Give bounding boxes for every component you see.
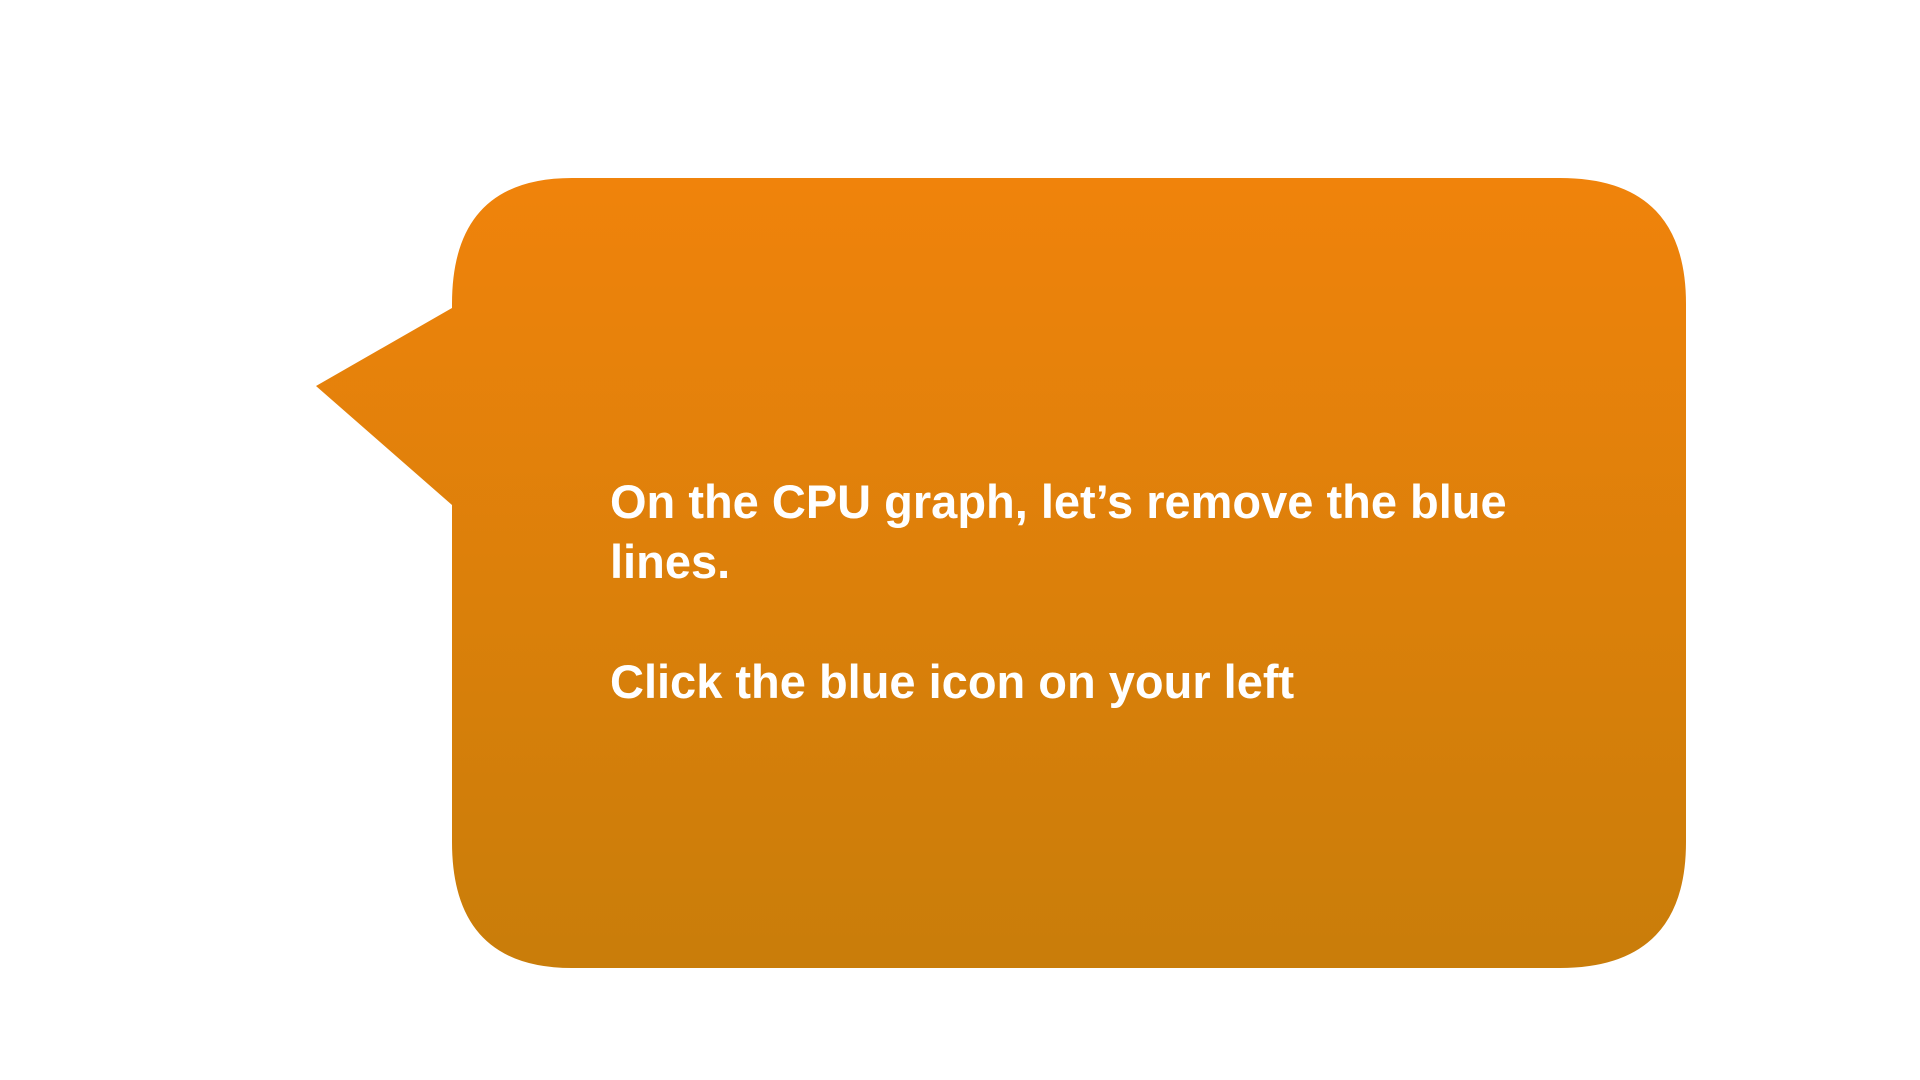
tutorial-stage: On the CPU graph, let’s remove the blue … [0,0,1920,1080]
callout-message: On the CPU graph, let’s remove the blue … [610,472,1610,712]
callout-action-line: Click the blue icon on your left [610,655,1295,708]
callout-instruction-line: On the CPU graph, let’s remove the blue … [610,475,1507,588]
